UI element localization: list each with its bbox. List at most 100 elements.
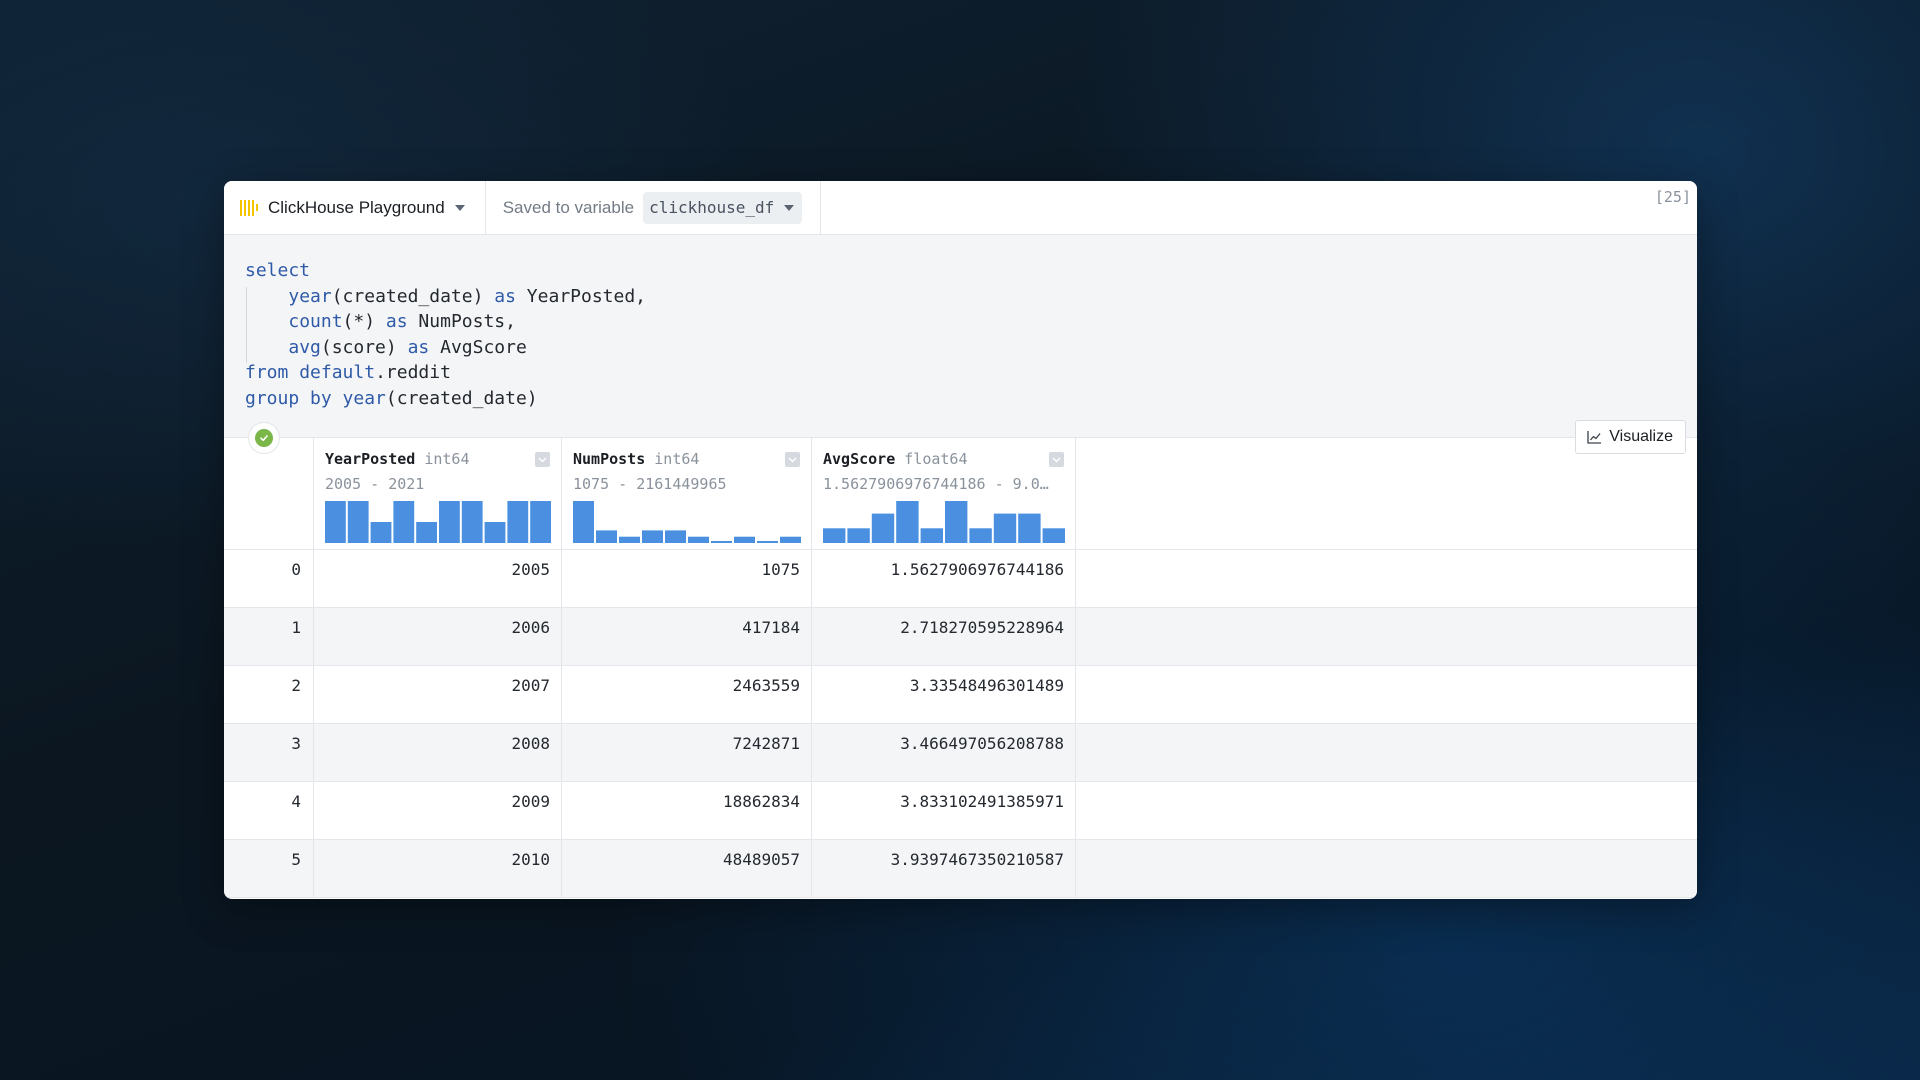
- column-range: 2005 - 2021: [325, 475, 425, 493]
- code-line: year(created_date) as YearPosted,: [245, 284, 1697, 310]
- histogram-bar: [461, 501, 483, 543]
- table-cell: 3.466497056208788: [812, 724, 1076, 781]
- line-chart-icon: [1587, 431, 1602, 444]
- table-row: 2 2007 2463559 3.33548496301489: [224, 666, 1697, 724]
- histogram-bar: [945, 501, 968, 543]
- table-cell: 2005: [314, 550, 562, 607]
- histogram-bar: [393, 501, 415, 543]
- code-token: AvgScore: [429, 336, 527, 358]
- sql-editor[interactable]: select year(created_date) as YearPosted,…: [224, 235, 1697, 437]
- column-header-numposts[interactable]: NumPosts int64 1075 - 2161449965: [562, 438, 812, 549]
- histogram-bar: [969, 528, 992, 543]
- variable-name-dropdown[interactable]: clickhouse_df: [643, 191, 803, 224]
- histogram-bar: [847, 528, 870, 543]
- table-cell: 417184: [562, 608, 812, 665]
- column-range: 1.5627906976744186 - 9.0…: [823, 475, 1049, 493]
- histogram-bar: [993, 513, 1017, 543]
- column-name: YearPosted: [325, 450, 416, 468]
- histogram-bar: [871, 513, 895, 543]
- chevron-down-icon: [788, 456, 797, 463]
- chevron-down-icon: [454, 204, 465, 211]
- table-cell: 2008: [314, 724, 562, 781]
- histogram-bar: [619, 536, 640, 543]
- code-keyword: as: [407, 336, 430, 358]
- histogram-bar: [507, 501, 529, 543]
- table-cell: 2463559: [562, 666, 812, 723]
- column-header-yearposted[interactable]: YearPosted int64 2005 - 2021: [314, 438, 562, 549]
- dataframe-table: YearPosted int64 2005 - 2021 NumPosts in…: [224, 437, 1697, 898]
- histogram-bar: [920, 528, 943, 543]
- table-cell: 2007: [314, 666, 562, 723]
- histogram-bar: [642, 530, 663, 543]
- histogram-bar: [896, 501, 919, 543]
- saved-to-variable-label: Saved to variable: [502, 197, 635, 217]
- code-keyword: count: [288, 311, 343, 332]
- table-cell: 3.33548496301489: [812, 666, 1076, 723]
- row-index: 1: [224, 608, 314, 665]
- histogram-bar: [823, 528, 846, 543]
- visualize-button[interactable]: Visualize: [1575, 420, 1686, 454]
- column-histogram: [325, 501, 551, 543]
- histogram-bar: [734, 536, 755, 543]
- chevron-down-icon: [1052, 456, 1061, 463]
- sql-cell: ClickHouse Playground Saved to variable …: [224, 181, 1697, 899]
- connection-selector[interactable]: ClickHouse Playground: [224, 181, 486, 234]
- index-header: [224, 438, 314, 549]
- table-cell: 48489057: [562, 840, 812, 897]
- check-circle-icon: [255, 429, 273, 447]
- code-keyword: group by: [245, 387, 332, 409]
- histogram-bar: [370, 522, 392, 543]
- table-row: 1 2006 417184 2.718270595228964: [224, 608, 1697, 666]
- code-line: select: [245, 258, 1697, 284]
- chevron-down-icon: [538, 456, 547, 463]
- table-cell: 2.718270595228964: [812, 608, 1076, 665]
- histogram-bar: [1042, 528, 1065, 543]
- table-row: 4 2009 18862834 3.833102491385971: [224, 782, 1697, 840]
- table-cell: 3.9397467350210587: [812, 840, 1076, 897]
- table-cell: 2010: [314, 840, 562, 897]
- column-name: AvgScore: [823, 450, 896, 468]
- table-cell: 3.833102491385971: [812, 782, 1076, 839]
- histogram-bar: [416, 522, 437, 543]
- code-keyword: year: [288, 285, 332, 307]
- table-row: 3 2008 7242871 3.466497056208788: [224, 724, 1697, 782]
- column-histogram: [823, 501, 1065, 543]
- code-token: YearPosted,: [515, 285, 647, 307]
- table-cell: 1.5627906976744186: [812, 550, 1076, 607]
- code-token: NumPosts,: [407, 311, 516, 332]
- code-token: (*): [342, 311, 386, 332]
- code-keyword: avg: [288, 336, 321, 358]
- indent-guide: [246, 287, 247, 363]
- table-row: 5 2010 48489057 3.9397467350210587: [224, 840, 1697, 898]
- code-token: (score): [320, 336, 408, 358]
- table-row: 0 2005 1075 1.5627906976744186: [224, 550, 1697, 608]
- connection-name: ClickHouse Playground: [268, 197, 445, 217]
- row-index: 0: [224, 550, 314, 607]
- chevron-down-icon: [784, 204, 795, 211]
- column-header-avgscore[interactable]: AvgScore float64 1.5627906976744186 - 9.…: [812, 438, 1076, 549]
- column-name: NumPosts: [573, 450, 646, 468]
- variable-name: clickhouse_df: [649, 198, 775, 217]
- code-keyword: as: [494, 285, 516, 307]
- clickhouse-logo-icon: [240, 199, 258, 216]
- histogram-bar: [530, 501, 551, 543]
- table-header: YearPosted int64 2005 - 2021 NumPosts in…: [224, 438, 1697, 550]
- code-line: from default.reddit: [245, 360, 1697, 386]
- code-token: (created_date): [331, 285, 495, 307]
- histogram-bar: [439, 501, 460, 543]
- run-status: [248, 422, 280, 454]
- column-range: 1075 - 2161449965: [573, 475, 727, 493]
- visualize-label: Visualize: [1609, 428, 1673, 445]
- histogram-bar: [596, 530, 617, 543]
- histogram-bar: [347, 501, 369, 543]
- table-cell: 2006: [314, 608, 562, 665]
- execution-count: [25]: [1654, 188, 1691, 206]
- column-menu-button[interactable]: [785, 452, 800, 467]
- column-menu-button[interactable]: [535, 452, 550, 467]
- column-type: int64: [654, 450, 700, 468]
- column-menu-button[interactable]: [1049, 452, 1064, 467]
